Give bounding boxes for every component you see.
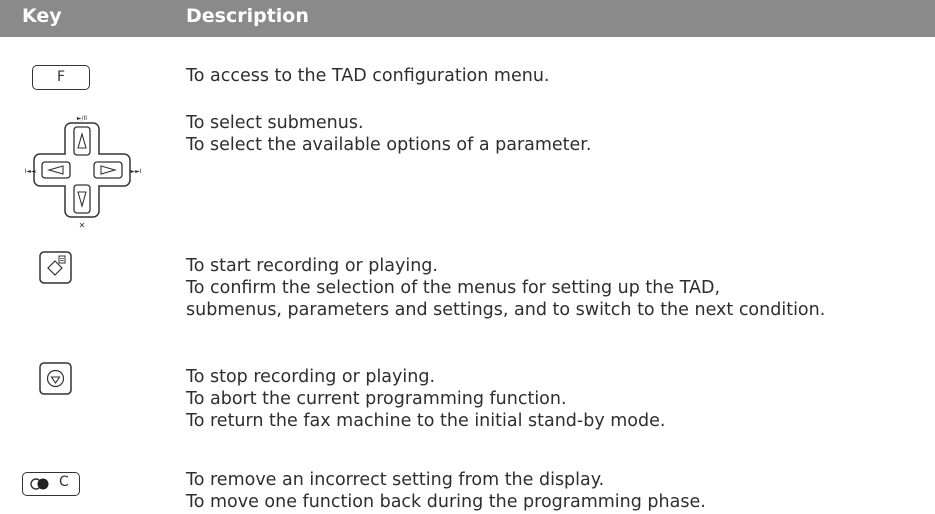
description-line: submenus, parameters and settings, and t… (186, 300, 826, 320)
description-line: To select the available options of a par… (186, 135, 592, 155)
description-cell: To stop recording or playing. To abort t… (186, 366, 931, 432)
stop-key-icon (39, 362, 72, 395)
description-line: To start recording or playing. (186, 256, 438, 276)
description-cell: To select submenus. To select the availa… (186, 112, 931, 156)
description-line: To stop recording or playing. (186, 367, 436, 387)
key-column-header: Key (22, 5, 62, 27)
description-line: To remove an incorrect setting from the … (186, 470, 605, 490)
description-cell: To start recording or playing. To confir… (186, 255, 931, 321)
description-line: To confirm the selection of the menus fo… (186, 278, 721, 298)
clear-key-label: C (59, 474, 69, 490)
description-line: To return the fax machine to the initial… (186, 411, 666, 431)
rewind-symbol: I◄◄ (25, 168, 36, 175)
table-header: Key Description (0, 0, 935, 37)
delete-symbol: ✕ (79, 221, 86, 230)
description-cell: To access to the TAD configuration menu. (186, 65, 931, 87)
description-line: To select submenus. (186, 113, 364, 133)
play-pause-symbol: ►/II (77, 115, 87, 122)
description-line: To move one function back during the pro… (186, 492, 706, 512)
start-copy-key-icon (39, 251, 72, 284)
f-key-label: F (56, 69, 66, 85)
clear-symbol-icon (30, 478, 49, 490)
forward-symbol: ►►I (131, 168, 142, 175)
description-line: To abort the current programming functio… (186, 389, 567, 409)
description-column-header: Description (186, 5, 309, 27)
description-line: To access to the TAD configuration menu. (186, 66, 550, 86)
f-key-icon: F (32, 65, 90, 90)
description-cell: To remove an incorrect setting from the … (186, 469, 931, 513)
clear-c-key-icon: C (22, 472, 80, 496)
navigation-cross-keys-icon: ►/II I◄◄ ►►I ✕ (25, 115, 142, 230)
